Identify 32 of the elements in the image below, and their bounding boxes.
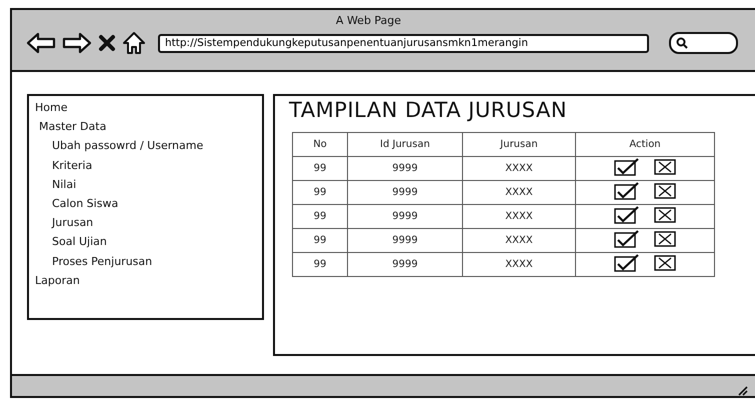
address-field[interactable]: http://Sistempendukungkeputusanpenentuanjurusansmkn1merangin: [158, 34, 649, 52]
submenu-item[interactable]: Proses Penjurusan: [35, 252, 262, 271]
table-cell: XXXX: [462, 156, 576, 180]
submenu-item[interactable]: Kriteria: [35, 156, 262, 175]
table-cell: 99: [292, 156, 348, 180]
table-cell: XXXX: [462, 204, 576, 228]
table-cell: 99: [292, 180, 348, 204]
table-cell: 99: [292, 204, 348, 228]
submenu-item[interactable]: Soal Ujian: [35, 232, 262, 252]
menu-item[interactable]: Home: [35, 98, 262, 118]
table-cell: XXXX: [462, 252, 576, 276]
table-cell: XXXX: [462, 180, 576, 204]
menu-item[interactable]: Laporan: [35, 270, 262, 290]
column-header: Id Jurusan: [348, 132, 462, 156]
page-heading: TAMPILAN DATA JURUSAN: [289, 98, 568, 122]
table-cell: 99: [292, 228, 348, 252]
submenu-item[interactable]: Calon Siswa: [35, 194, 262, 214]
submenu-item[interactable]: Jurusan: [35, 213, 262, 232]
table-cell: 9999: [348, 156, 462, 180]
column-header: No: [292, 132, 348, 156]
submenu-item[interactable]: Ubah passowrd / Username: [35, 136, 262, 156]
table-cell: 9999: [348, 204, 462, 228]
table-cell: 9999: [348, 228, 462, 252]
window-title: A Web Page: [334, 13, 402, 27]
column-header: Jurusan: [462, 132, 576, 156]
table-cell: 99: [292, 252, 348, 276]
table-cell: 9999: [348, 252, 462, 276]
submenu-item[interactable]: Nilai: [35, 174, 262, 194]
column-header: Action: [576, 132, 714, 156]
table-cell: 9999: [348, 180, 462, 204]
table-cell: XXXX: [462, 228, 576, 252]
menu-item[interactable]: Master Data: [35, 117, 262, 136]
